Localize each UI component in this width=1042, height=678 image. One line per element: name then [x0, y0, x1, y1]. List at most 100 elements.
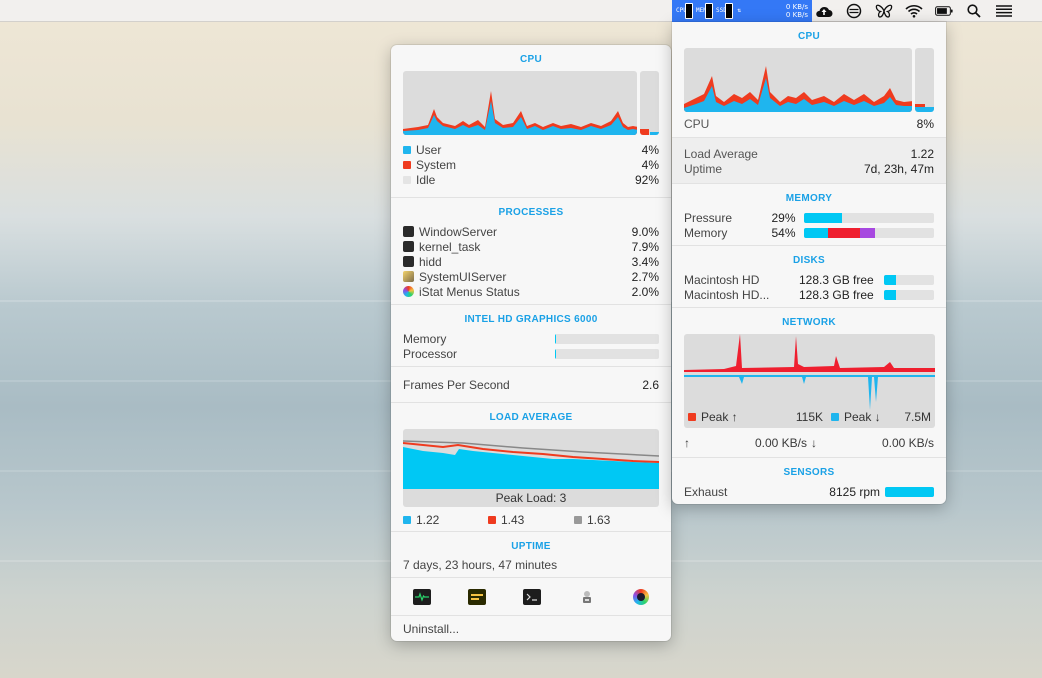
- sensor-label: Exhaust: [684, 484, 728, 499]
- terminal-icon: [403, 241, 414, 252]
- load-average-row: Load Average 1.22: [684, 146, 934, 161]
- network-speed-row: ↑ 0.00 KB/s ↓ 0.00 KB/s: [684, 435, 934, 450]
- process-name: hidd: [419, 254, 442, 269]
- pressure-value: 29%: [771, 210, 796, 225]
- uptime-text: 7 days, 23 hours, 47 minutes: [403, 558, 558, 572]
- disk-usage-bar: [884, 289, 934, 300]
- memory-value: 54%: [771, 225, 796, 240]
- circle-slash-icon[interactable]: [845, 3, 863, 19]
- activity-monitor-icon[interactable]: [413, 588, 431, 605]
- fps-section: Frames Per Second 2.6: [391, 367, 671, 403]
- disks-section: DISKS Macintosh HD 128.3 GB free Macinto…: [672, 246, 946, 308]
- istat-combined-panel: CPU User 4% System 4% Idle 92% PROCESSES…: [391, 45, 671, 641]
- system-info-icon[interactable]: [578, 589, 596, 605]
- app-shortcuts: [391, 578, 671, 616]
- peak-down-label: Peak ↓: [844, 410, 881, 424]
- mem-menubar-meter: [705, 3, 713, 19]
- wifi-icon[interactable]: [905, 3, 923, 19]
- disk-row[interactable]: Macintosh HD... 128.3 GB free: [684, 287, 934, 302]
- gpu-processor-fill: [555, 348, 557, 359]
- menubar-status-icons: [815, 0, 1013, 22]
- cpu-current-graph: [915, 48, 934, 112]
- section-title: UPTIME: [511, 541, 551, 552]
- process-row[interactable]: hidd 3.4%: [403, 254, 659, 269]
- disk-usage-bar: [884, 274, 934, 285]
- uninstall-button[interactable]: Uninstall...: [403, 622, 459, 636]
- process-row[interactable]: SystemUIServer 2.7%: [403, 269, 659, 284]
- disk-name: Macintosh HD: [684, 272, 760, 287]
- peak-load-label: Peak Load: 3: [495, 491, 567, 505]
- uptime-section: UPTIME 7 days, 23 hours, 47 minutes: [391, 532, 671, 578]
- terminal-icon: [403, 256, 414, 267]
- terminal-icon: [403, 226, 414, 237]
- network-peak-legend: Peak ↑ 115K Peak ↓ 7.5M: [688, 410, 931, 424]
- gpu-memory-row: Memory: [403, 331, 659, 346]
- load-15-legend-swatch: [574, 516, 582, 524]
- idle-legend-swatch: [403, 175, 411, 184]
- gpu-processor-row: Processor: [403, 346, 659, 361]
- search-icon[interactable]: [965, 3, 983, 19]
- network-section: NETWORK Peak ↑ 115K Peak ↓ 7.5M ↑ 0.00 K…: [672, 308, 946, 458]
- ssd-menubar-meter: [725, 3, 733, 19]
- istat-menubar-item[interactable]: CPU MEM SSD ⇅ 0 KB/s 0 KB/s: [672, 0, 812, 22]
- process-row[interactable]: kernel_task 7.9%: [403, 239, 659, 254]
- upload-legend-swatch: [688, 413, 696, 421]
- console-icon[interactable]: [468, 588, 486, 605]
- cpu-menubar-label: CPU: [676, 7, 687, 14]
- memory-pressure-row: Pressure 29%: [684, 210, 934, 225]
- butterfly-icon[interactable]: [875, 3, 893, 19]
- processes-section: PROCESSES WindowServer 9.0% kernel_task …: [391, 198, 671, 305]
- istat-dropdown-panel: CPU CPU 8% Load Average 1.22 Uptime 7d, …: [672, 22, 946, 504]
- process-value: 2.7%: [631, 269, 659, 284]
- process-row[interactable]: iStat Menus Status 2.0%: [403, 284, 659, 299]
- process-name: iStat Menus Status: [419, 284, 520, 299]
- cpu-idle-label: Idle: [416, 172, 436, 187]
- cpu-system-row: System 4%: [403, 157, 659, 172]
- cpu-current-user-mark: [915, 107, 934, 112]
- memory-label: Memory: [684, 225, 728, 240]
- cpu-user-row: User 4%: [403, 142, 659, 157]
- process-value: 7.9%: [631, 239, 659, 254]
- pressure-bar: [804, 212, 934, 223]
- network-menubar-readout: 0 KB/s 0 KB/s: [786, 3, 808, 19]
- list-icon[interactable]: [995, 3, 1013, 19]
- cloud-upload-icon[interactable]: [815, 3, 833, 19]
- sensor-value: 8125 rpm: [829, 484, 880, 499]
- process-value: 3.4%: [631, 254, 659, 269]
- process-row[interactable]: WindowServer 9.0%: [403, 224, 659, 239]
- cpu-idle-value: 92%: [634, 172, 659, 187]
- section-title: PROCESSES: [498, 207, 564, 218]
- fps-value: 2.6: [642, 377, 659, 392]
- net-up-readout: 0 KB/s: [785, 3, 808, 11]
- cpu-history-graph[interactable]: [684, 48, 913, 112]
- cpu-value: 8%: [916, 116, 934, 131]
- cpu-current-user-mark: [650, 132, 659, 135]
- system-legend-swatch: [403, 160, 411, 169]
- sensor-row[interactable]: Exhaust 8125 rpm: [684, 484, 934, 499]
- peak-up-value: 115K: [795, 410, 823, 424]
- cpu-summary-row: CPU 8%: [684, 116, 934, 131]
- disk-name: Macintosh HD...: [684, 287, 770, 302]
- system-ui-server-icon: [403, 271, 414, 282]
- cpu-history-graph[interactable]: [403, 71, 638, 135]
- terminal-icon[interactable]: [523, 588, 541, 605]
- section-title: DISKS: [792, 255, 826, 266]
- memory-usage-row: Memory 54%: [684, 225, 934, 240]
- download-legend-swatch: [831, 413, 839, 421]
- net-down-readout: 0 KB/s: [785, 11, 808, 19]
- network-history-graph[interactable]: Peak ↑ 115K Peak ↓ 7.5M: [684, 334, 935, 428]
- cpu-label: CPU: [684, 116, 710, 131]
- istat-menus-icon[interactable]: [633, 588, 649, 605]
- peak-down-value: 7.5M: [904, 410, 931, 424]
- load-15-legend: 1.63: [574, 513, 610, 527]
- user-legend-swatch: [403, 145, 411, 154]
- section-title: CPU: [519, 54, 542, 65]
- load-average-value: 1.22: [910, 146, 934, 161]
- battery-icon[interactable]: [935, 3, 953, 19]
- disk-row[interactable]: Macintosh HD 128.3 GB free: [684, 272, 934, 287]
- process-name: kernel_task: [419, 239, 481, 254]
- load-average-graph[interactable]: Peak Load: 3: [403, 429, 659, 507]
- pressure-fill: [804, 212, 842, 223]
- gpu-section: INTEL HD GRAPHICS 6000 Memory Processor: [391, 305, 671, 367]
- upload-arrow-icon: ↑: [684, 435, 690, 450]
